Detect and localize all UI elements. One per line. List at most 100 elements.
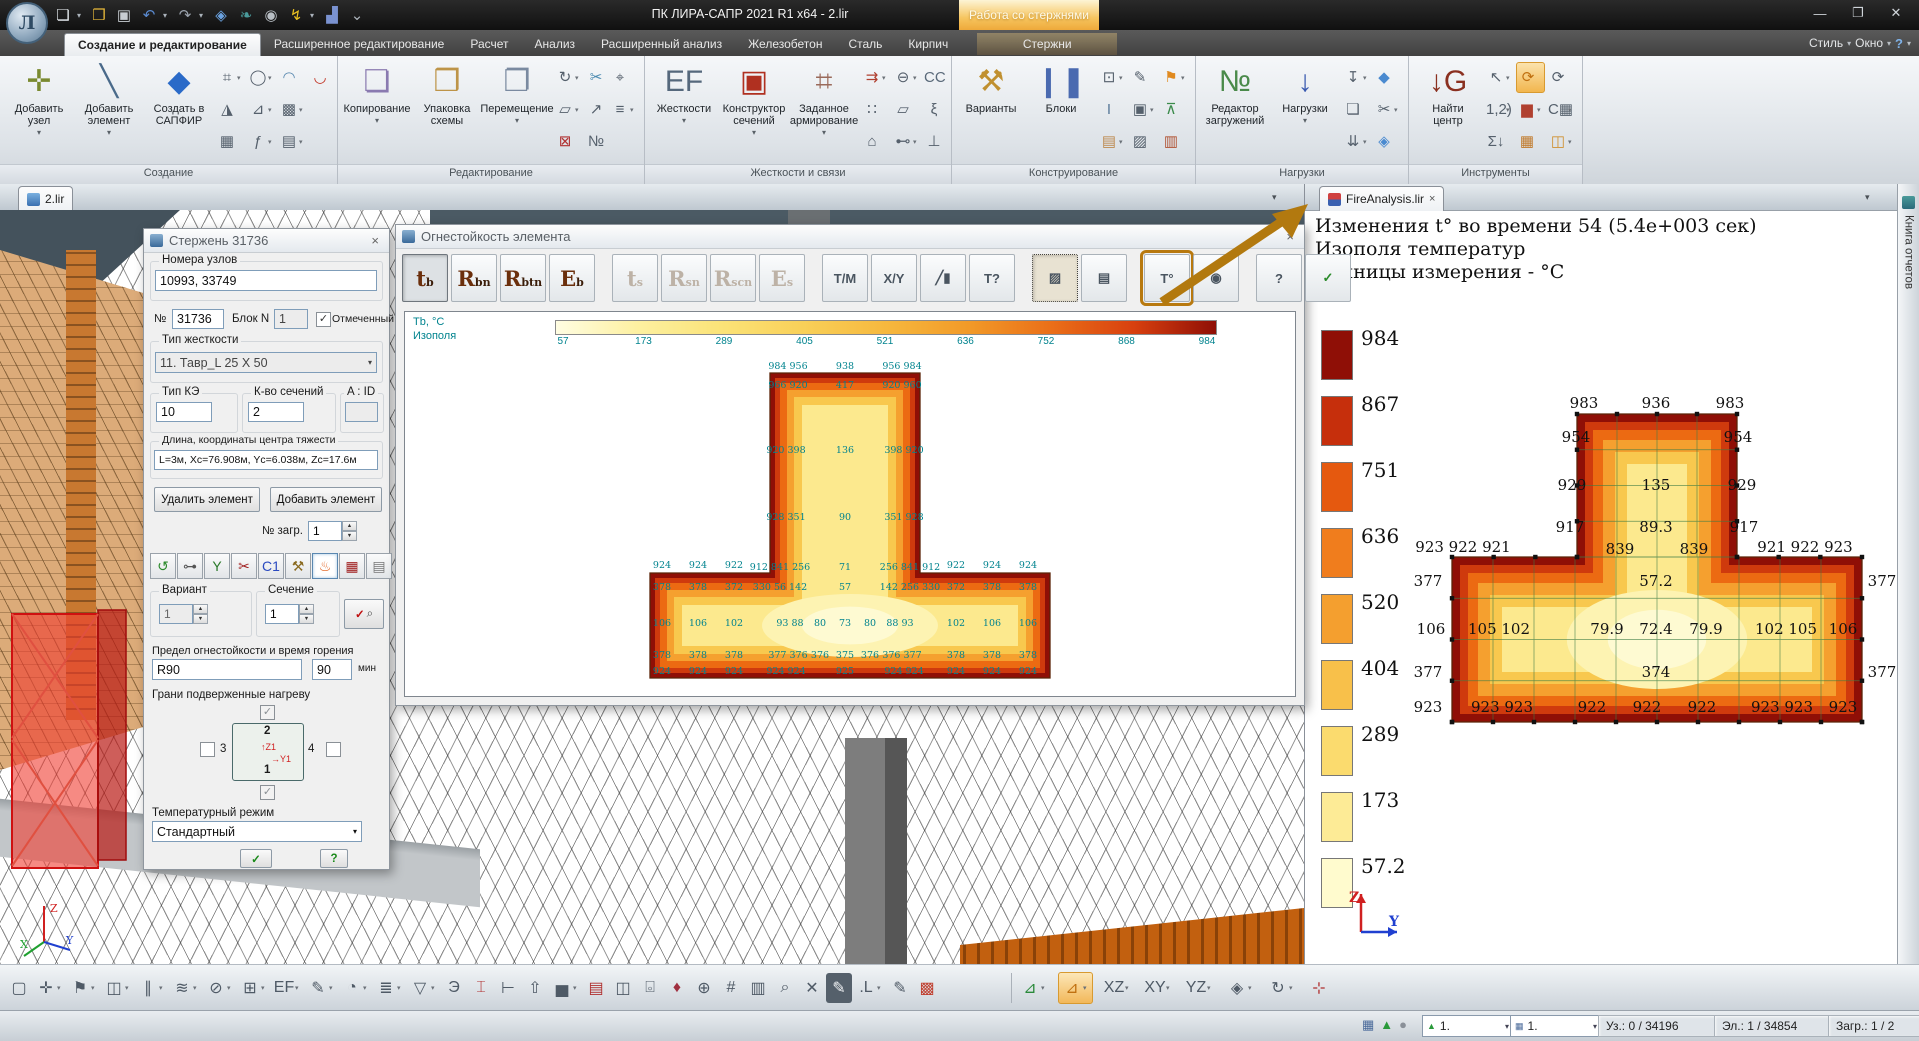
walls-icon[interactable]: ▥ xyxy=(745,973,771,1003)
ruler-icon[interactable]: ⊢ xyxy=(495,973,521,1003)
block-number-input[interactable]: 1 xyxy=(274,309,308,329)
shear-plate-icon[interactable]: ▱▾ xyxy=(554,94,583,125)
sections-count-input[interactable]: 2 xyxy=(248,402,304,422)
document-tab-2lir[interactable]: 2.lir xyxy=(18,186,73,211)
ribbon-tab[interactable]: Железобетон xyxy=(735,33,835,55)
reports-book-tab[interactable]: Книга отчетов xyxy=(1897,184,1919,964)
add-element-button[interactable]: ╲Добавить элемент▾ xyxy=(76,60,142,156)
loadcase-combo-2[interactable]: ▦ 1. ▾ xyxy=(1510,1015,1602,1037)
wall-icon[interactable]: ▥ xyxy=(1160,126,1189,157)
element-number-input[interactable]: 31736 xyxy=(172,309,224,329)
cylinder-solid-icon[interactable]: ◯▾ xyxy=(247,62,276,93)
variant-input[interactable]: 1 xyxy=(159,604,193,624)
close-icon[interactable]: × xyxy=(367,233,383,248)
resize-sheet-icon[interactable]: ↗ xyxy=(585,94,607,125)
dome-icon[interactable]: ◠ xyxy=(278,62,307,93)
flash-icon[interactable]: ↯ xyxy=(285,4,307,26)
ribbon-tab[interactable]: Стержни xyxy=(977,33,1117,55)
snapshot-icon[interactable]: ◉ xyxy=(260,4,282,26)
building-frame-icon[interactable]: ▦ xyxy=(216,126,245,157)
draw-pencil-icon[interactable]: ✎ xyxy=(887,973,913,1003)
close-icon[interactable]: × xyxy=(1282,229,1298,244)
mesh-icon[interactable]: # xyxy=(718,973,744,1003)
fire-icon[interactable]: ♨ xyxy=(312,553,338,579)
add-fragment-icon[interactable]: ⊕ xyxy=(691,973,717,1003)
style-menu[interactable]: Стиль xyxy=(1809,36,1843,50)
hatch-lines-icon[interactable]: ▨ xyxy=(1129,126,1158,157)
paint-select-icon[interactable]: ✎ xyxy=(826,973,852,1003)
dialog-help-button[interactable]: ? xyxy=(320,849,348,868)
load-cylinder-icon[interactable]: ↧▾ xyxy=(1342,62,1371,93)
materials-icon[interactable]: ⚒ xyxy=(285,553,311,579)
fire-limit-input[interactable]: R90 xyxy=(152,659,302,680)
dialog-title-bar[interactable]: Стержень 31736 × xyxy=(144,229,389,253)
mirror-icon[interactable]: ∥▾ xyxy=(135,973,168,1003)
pack-scheme-button[interactable]: ❒Упаковка схемы xyxy=(414,60,480,156)
model-3d-icon[interactable]: ◈ xyxy=(210,4,232,26)
eb-button[interactable]: Eb xyxy=(549,254,595,302)
view-yz-icon[interactable]: YZ▾ xyxy=(1183,973,1216,1003)
t-question-button[interactable]: T? xyxy=(969,254,1015,302)
hinges-icon[interactable]: ⊶ xyxy=(177,553,203,579)
pipe-icon[interactable]: ⊖▾ xyxy=(892,62,921,93)
stiffness-button[interactable]: EFЖесткости▾ xyxy=(651,60,717,156)
add-element-button[interactable]: Добавить элемент xyxy=(270,487,382,512)
tb-button[interactable]: tb xyxy=(402,254,448,302)
panel-tab-dropdown[interactable]: ▾ xyxy=(1865,192,1870,203)
section-spinner[interactable]: ▲▼ xyxy=(299,604,314,624)
more-commands-icon[interactable]: ⌄ xyxy=(346,4,368,26)
surface-fxy-icon[interactable]: ƒ▾ xyxy=(247,126,276,157)
fireanalysis-tab[interactable]: FireAnalysis.lir × xyxy=(1319,186,1444,211)
selected-red-column[interactable] xyxy=(10,608,130,874)
variants-button[interactable]: ⚒Варианты xyxy=(958,60,1024,156)
blocks-button[interactable]: ❙❚Блоки xyxy=(1028,60,1094,156)
save-icon[interactable]: ▣ xyxy=(113,4,135,26)
tm-mode-button[interactable]: T/M xyxy=(822,254,868,302)
apply-button[interactable]: ✓ xyxy=(240,849,272,868)
ribbon-tab[interactable]: Сталь xyxy=(835,33,895,55)
load-editor-button[interactable]: №Редактор загружений xyxy=(1202,60,1268,156)
rod-loads-icon[interactable]: ⇉▾ xyxy=(861,62,890,93)
label-l-icon[interactable]: .L▾ xyxy=(853,973,886,1003)
copy-button[interactable]: ❏Копирование▾ xyxy=(344,60,410,156)
cube-points-icon[interactable]: ⊡▾ xyxy=(1098,62,1127,93)
status-run-icon[interactable]: ▲ xyxy=(1380,1017,1393,1033)
refresh-orange-icon[interactable]: ⟳ xyxy=(1516,62,1545,93)
rbtn-button[interactable]: Rbtn xyxy=(500,254,546,302)
create-sapfir-button[interactable]: ◆Создать в САПФИР xyxy=(146,60,212,156)
nodes-icon[interactable]: ♦ xyxy=(664,973,690,1003)
intersect-icon[interactable]: ✂ xyxy=(231,553,257,579)
apply-button[interactable]: ✓ xyxy=(1305,254,1351,302)
axes-select-icon[interactable]: ⊿▾ xyxy=(1058,972,1093,1004)
beam-section-icon[interactable]: ⌶ xyxy=(468,973,494,1003)
steel-beam-icon[interactable]: Ι xyxy=(1098,94,1127,125)
palette-icon[interactable]: ▩ xyxy=(914,973,940,1003)
camera-button[interactable]: ◉ xyxy=(1193,254,1239,302)
refresh-small-icon[interactable]: ⟳ xyxy=(1547,62,1576,93)
diagram-icon[interactable]: ▟ xyxy=(321,4,343,26)
hanger-icon[interactable]: ⌂ xyxy=(861,126,890,157)
levels-icon[interactable]: ▅▾ xyxy=(549,973,582,1003)
loadcase-combo-1[interactable]: ▲ 1. ▾ xyxy=(1422,1015,1514,1037)
rsn-button[interactable]: Rsn xyxy=(661,254,707,302)
rbn-button[interactable]: Rbn xyxy=(451,254,497,302)
node-tool-icon[interactable]: Y xyxy=(204,553,230,579)
find-center-button[interactable]: ↓GНайти центр xyxy=(1415,60,1481,156)
projection-icon[interactable]: ◈▾ xyxy=(1224,973,1257,1003)
status-lock-icon[interactable]: ● xyxy=(1399,1017,1407,1033)
reinforcement-table-icon[interactable]: ▦ xyxy=(339,553,365,579)
c1-rigidity-icon[interactable]: C1 xyxy=(258,553,284,579)
ribbon-tab[interactable]: Расширенный анализ xyxy=(588,33,735,55)
level-plus-icon[interactable]: ⊼ xyxy=(1160,94,1189,125)
mesh-plate-icon[interactable]: ▩▾ xyxy=(278,94,307,125)
ribbon-tab[interactable]: Расширенное редактирование xyxy=(261,33,458,55)
mosaic-down-icon[interactable]: ▦ xyxy=(1516,126,1545,157)
fragment-icon[interactable]: ◫▾ xyxy=(101,973,134,1003)
add-pencil-icon[interactable]: ✎ xyxy=(1129,62,1158,93)
stiffness-filter-icon[interactable]: EF▾ xyxy=(271,973,304,1003)
temp-mode-select[interactable]: Стандартный ▾ xyxy=(152,821,362,842)
preview-section-button[interactable]: ✓ ⌕ xyxy=(344,599,384,629)
colorbar-strip-button[interactable]: ▤ xyxy=(1081,254,1127,302)
redo-icon[interactable]: ↷ xyxy=(174,4,196,26)
window-menu[interactable]: Окно xyxy=(1855,36,1883,50)
